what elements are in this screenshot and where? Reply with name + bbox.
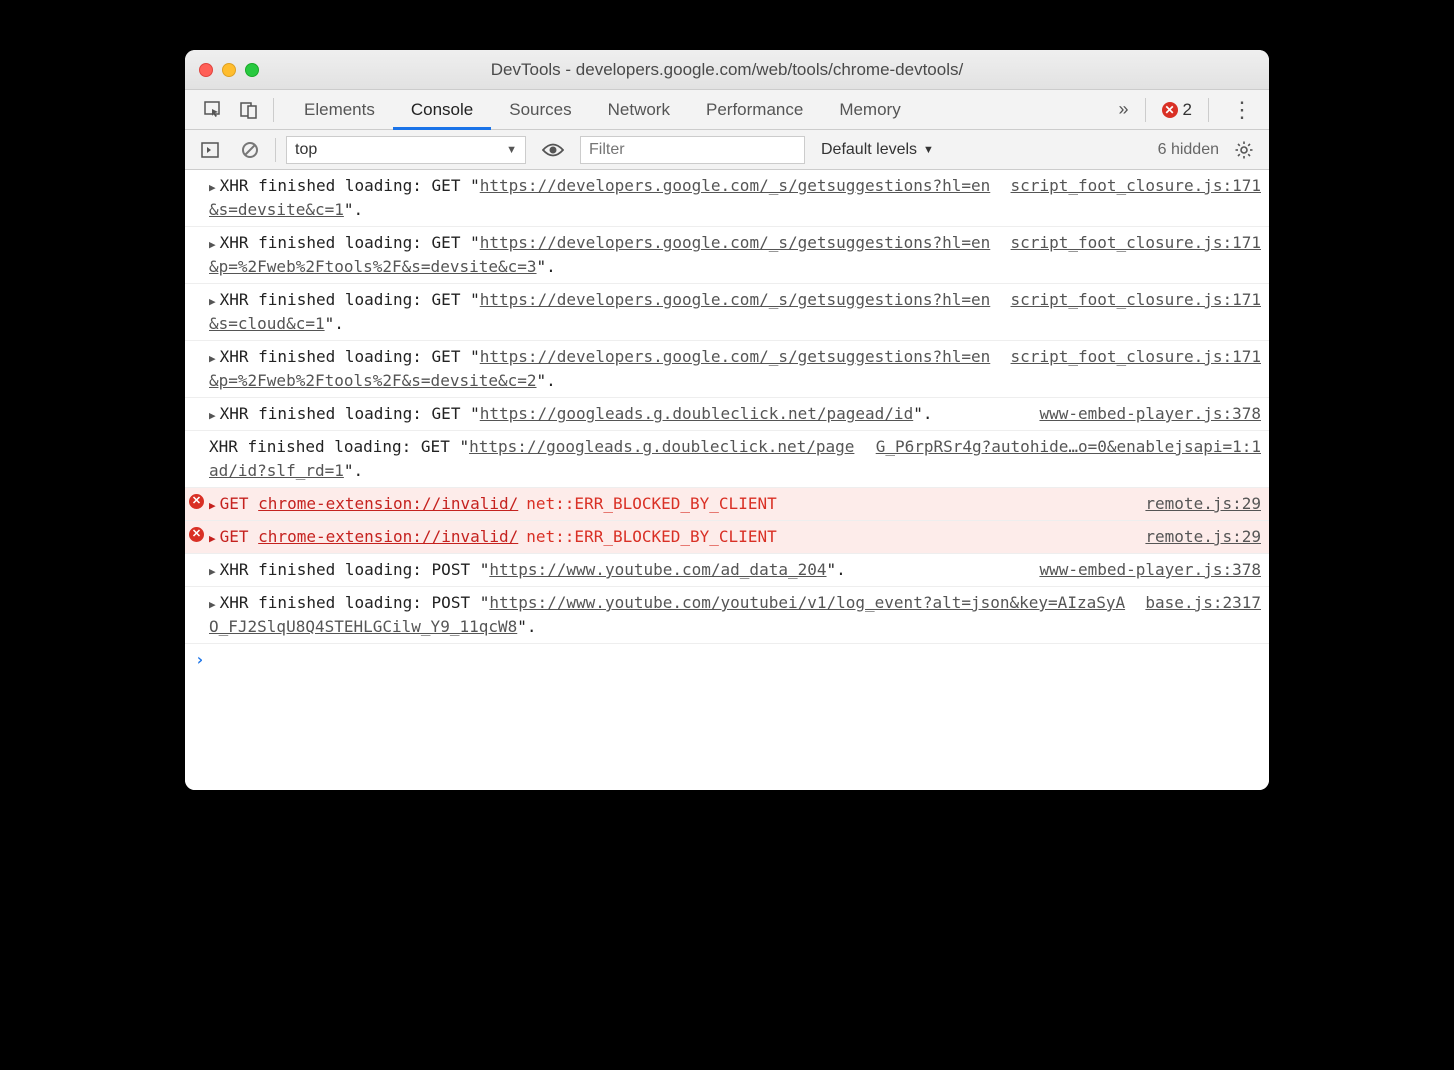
source-link[interactable]: script_foot_closure.js:171	[1011, 288, 1261, 312]
source-link[interactable]: script_foot_closure.js:171	[1011, 345, 1261, 369]
error-count: 2	[1183, 100, 1192, 120]
expand-icon: ▶	[209, 408, 216, 425]
console-row[interactable]: ▶XHR finished loading: POST "https://www…	[185, 587, 1269, 644]
separator	[1208, 98, 1209, 122]
console-row[interactable]: XHR finished loading: GET "https://googl…	[185, 431, 1269, 488]
context-value: top	[295, 141, 317, 159]
console-row[interactable]: ▶XHR finished loading: POST "https://www…	[185, 554, 1269, 587]
sidebar-toggle-icon[interactable]	[195, 141, 225, 159]
tab-elements[interactable]: Elements	[286, 90, 393, 130]
tab-memory[interactable]: Memory	[821, 90, 918, 130]
error-icon: ✕	[189, 527, 204, 542]
expand-icon: ▶	[209, 351, 216, 368]
console-row[interactable]: ▶XHR finished loading: GET "https://deve…	[185, 341, 1269, 398]
source-link[interactable]: G_P6rpRSr4g?autohide…o=0&enablejsapi=1:1	[876, 435, 1261, 459]
window-title: DevTools - developers.google.com/web/too…	[185, 60, 1269, 80]
separator	[1145, 98, 1146, 122]
expand-icon: ▶	[209, 564, 216, 581]
inspect-icon[interactable]	[195, 100, 231, 120]
gear-icon[interactable]	[1229, 141, 1259, 159]
source-link[interactable]: remote.js:29	[1145, 492, 1261, 516]
titlebar: DevTools - developers.google.com/web/too…	[185, 50, 1269, 90]
separator	[275, 138, 276, 162]
error-icon: ✕	[189, 494, 204, 509]
panel-tabs: Elements Console Sources Network Perform…	[286, 90, 919, 130]
traffic-lights	[199, 63, 259, 77]
expand-icon: ▶	[209, 498, 216, 515]
clear-console-icon[interactable]	[235, 141, 265, 159]
separator	[273, 98, 274, 122]
console-toolbar: top ▼ Default levels ▼ 6 hidden	[185, 130, 1269, 170]
context-selector[interactable]: top ▼	[286, 136, 526, 164]
tab-bar: Elements Console Sources Network Perform…	[185, 90, 1269, 130]
log-levels-selector[interactable]: Default levels ▼	[815, 141, 940, 159]
console-row[interactable]: ▶XHR finished loading: GET "https://deve…	[185, 170, 1269, 227]
error-count-badge[interactable]: ✕ 2	[1162, 100, 1192, 120]
source-link[interactable]: www-embed-player.js:378	[1039, 402, 1261, 426]
source-link[interactable]: script_foot_closure.js:171	[1011, 231, 1261, 255]
console-row[interactable]: ▶XHR finished loading: GET "https://deve…	[185, 284, 1269, 341]
console-prompt[interactable]: ›	[185, 644, 1269, 675]
source-link[interactable]: base.js:2317	[1145, 591, 1261, 615]
source-link[interactable]: www-embed-player.js:378	[1039, 558, 1261, 582]
expand-icon: ▶	[209, 294, 216, 311]
tab-performance[interactable]: Performance	[688, 90, 821, 130]
devtools-window: DevTools - developers.google.com/web/too…	[185, 50, 1269, 790]
filter-input[interactable]	[580, 136, 805, 164]
levels-label: Default levels	[821, 141, 917, 159]
expand-icon: ▶	[209, 180, 216, 197]
tabs-overflow-icon[interactable]: »	[1119, 99, 1129, 120]
expand-icon: ▶	[209, 597, 216, 614]
device-toggle-icon[interactable]	[231, 100, 267, 120]
tab-network[interactable]: Network	[590, 90, 688, 130]
chevron-down-icon: ▼	[923, 144, 934, 156]
console-row[interactable]: ▶XHR finished loading: GET "https://goog…	[185, 398, 1269, 431]
tab-sources[interactable]: Sources	[491, 90, 589, 130]
close-icon[interactable]	[199, 63, 213, 77]
console-row-error[interactable]: ✕ ▶GET chrome-extension://invalid/net::E…	[185, 521, 1269, 554]
live-expression-icon[interactable]	[536, 141, 570, 159]
source-link[interactable]: remote.js:29	[1145, 525, 1261, 549]
tab-console[interactable]: Console	[393, 90, 491, 130]
source-link[interactable]: script_foot_closure.js:171	[1011, 174, 1261, 198]
more-menu-icon[interactable]: ⋮	[1225, 97, 1259, 123]
expand-icon: ▶	[209, 237, 216, 254]
console-row[interactable]: ▶XHR finished loading: GET "https://deve…	[185, 227, 1269, 284]
zoom-icon[interactable]	[245, 63, 259, 77]
expand-icon: ▶	[209, 531, 216, 548]
console-row-error[interactable]: ✕ ▶GET chrome-extension://invalid/net::E…	[185, 488, 1269, 521]
console-log: ▶XHR finished loading: GET "https://deve…	[185, 170, 1269, 790]
error-icon: ✕	[1162, 102, 1178, 118]
hidden-messages[interactable]: 6 hidden	[1158, 141, 1219, 159]
minimize-icon[interactable]	[222, 63, 236, 77]
chevron-down-icon: ▼	[506, 144, 517, 156]
